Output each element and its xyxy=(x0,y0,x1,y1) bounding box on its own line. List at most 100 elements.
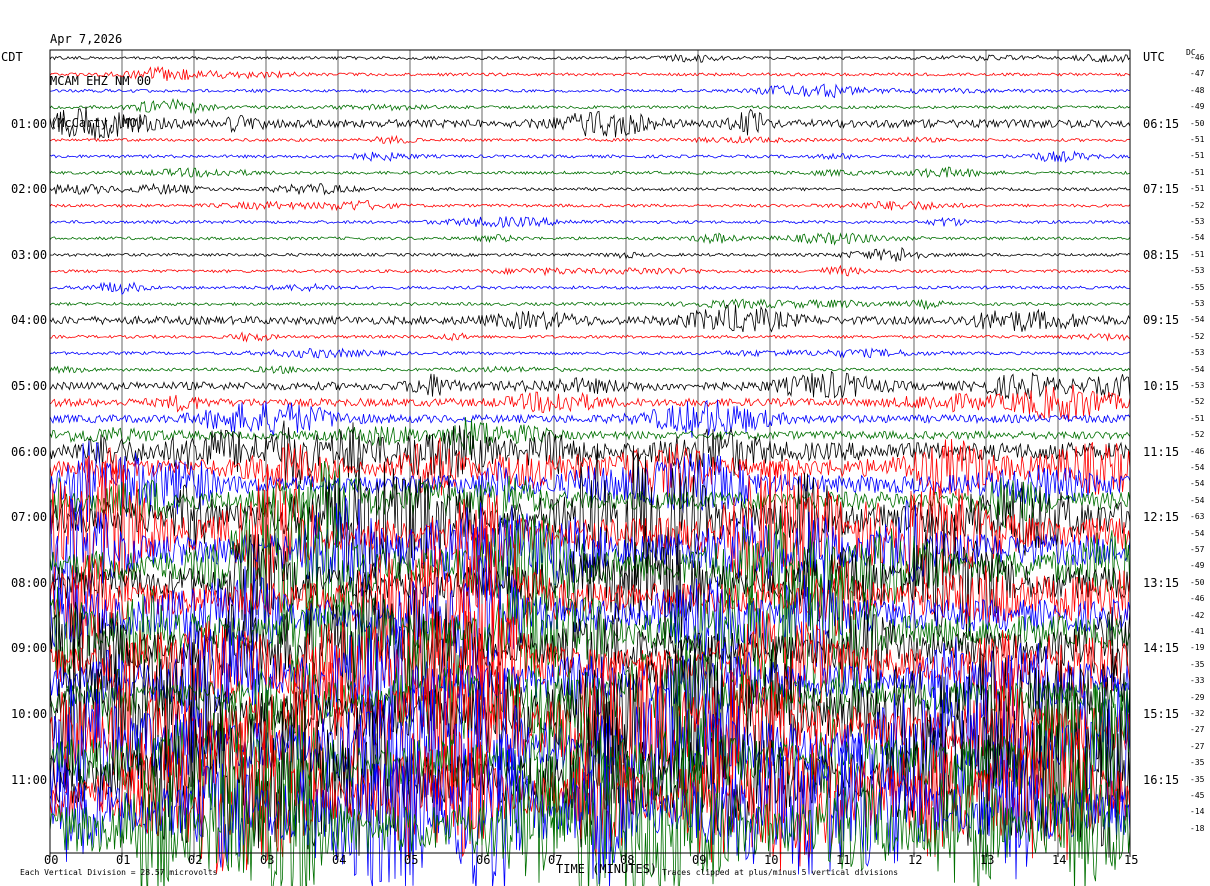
utc-hour-label: 14:15 xyxy=(1143,641,1180,656)
cdt-hour-label: 09:00 xyxy=(11,641,48,656)
seismic-trace xyxy=(49,106,1131,140)
dc-offset-label: -51 xyxy=(1190,413,1205,423)
x-tick-label: 01 xyxy=(116,853,131,867)
dc-offset-label: -49 xyxy=(1190,102,1205,112)
dc-offset-label: -29 xyxy=(1190,692,1205,702)
utc-hour-label: 12:15 xyxy=(1143,510,1180,525)
dc-offset-label: -53 xyxy=(1190,381,1205,390)
dc-offset-label: -27 xyxy=(1190,741,1205,751)
seismic-trace xyxy=(49,347,1130,359)
dc-offset-label: -19 xyxy=(1190,643,1205,653)
x-tick-label: 11 xyxy=(836,853,851,867)
seismic-trace xyxy=(49,370,1131,400)
x-tick-label: 02 xyxy=(188,853,203,867)
seismic-trace xyxy=(49,65,1131,81)
seismic-trace xyxy=(49,182,1131,196)
seismic-trace xyxy=(49,199,1131,212)
seismic-trace xyxy=(49,97,1131,115)
dc-offset-label: -50 xyxy=(1190,118,1205,128)
seismic-trace xyxy=(49,246,1131,262)
dc-offset-label: -47 xyxy=(1190,69,1205,79)
dc-offset-label: -54 xyxy=(1190,479,1205,489)
dc-offset-label: -52 xyxy=(1190,397,1205,407)
x-axis-label: TIME (MINUTES) xyxy=(556,862,658,876)
dc-offset-label: -52 xyxy=(1190,430,1205,440)
seismic-trace xyxy=(49,281,1130,296)
cdt-hour-label: 11:00 xyxy=(11,772,48,787)
dc-offset-label: -51 xyxy=(1190,167,1205,177)
seismic-trace xyxy=(49,298,1131,311)
cdt-hour-label: 06:00 xyxy=(11,444,48,459)
dc-offset-label: -54 xyxy=(1190,233,1205,243)
utc-hour-label: 06:15 xyxy=(1143,116,1180,131)
dc-offset-label: -41 xyxy=(1190,627,1205,636)
dc-offset-label: -18 xyxy=(1190,823,1205,833)
cdt-hour-label: 02:00 xyxy=(11,182,48,197)
cdt-hour-label: 01:00 xyxy=(11,116,48,131)
seismic-trace xyxy=(49,440,1131,524)
x-tick-label: 00 xyxy=(44,853,59,867)
dc-offset-label: -27 xyxy=(1190,725,1205,735)
seismic-trace xyxy=(49,53,1131,64)
dc-offset-label: -35 xyxy=(1190,758,1205,768)
seismic-trace xyxy=(49,365,1131,375)
dc-offset-label: -54 xyxy=(1190,463,1205,472)
dc-offset-label: -35 xyxy=(1190,774,1205,784)
x-tick-label: 06 xyxy=(476,853,491,867)
utc-hour-label: 07:15 xyxy=(1143,182,1180,197)
x-tick-label: 12 xyxy=(908,853,923,867)
utc-hour-label: 10:15 xyxy=(1143,379,1180,393)
footer-right-note: Traces clipped at plus/minus 5 vertical … xyxy=(662,868,899,877)
x-tick-label: 03 xyxy=(260,853,275,867)
dc-offset-label: -33 xyxy=(1190,676,1205,686)
dc-offset-label: -52 xyxy=(1190,200,1205,210)
dc-offset-label: -53 xyxy=(1190,299,1205,308)
dc-offset-label: -63 xyxy=(1190,512,1205,522)
utc-hour-label: 09:15 xyxy=(1143,313,1180,328)
seismic-trace xyxy=(49,83,1131,99)
dc-offset-label: -50 xyxy=(1190,577,1205,587)
dc-offset-label: -54 xyxy=(1190,364,1205,374)
seismic-trace xyxy=(49,150,1131,163)
utc-hour-label: 16:15 xyxy=(1143,772,1180,787)
utc-hour-label: 15:15 xyxy=(1143,707,1180,721)
dc-offset-label: -32 xyxy=(1190,709,1205,718)
cdt-hour-label: 08:00 xyxy=(11,575,48,590)
x-tick-label: 09 xyxy=(692,853,707,867)
dc-offset-label: -46 xyxy=(1190,446,1205,456)
utc-hour-label: 11:15 xyxy=(1143,444,1180,459)
dc-offset-label: -51 xyxy=(1190,135,1205,144)
seismic-trace xyxy=(49,304,1131,333)
dc-offset-label: -42 xyxy=(1190,610,1205,620)
dc-offset-label: -49 xyxy=(1190,561,1205,571)
dc-offset-label: -51 xyxy=(1190,151,1205,161)
x-tick-label: 14 xyxy=(1052,853,1067,867)
dc-offset-label: -53 xyxy=(1190,266,1205,276)
x-tick-label: 13 xyxy=(980,853,995,867)
dc-offset-label: -52 xyxy=(1190,331,1205,341)
dc-offset-label: -14 xyxy=(1190,807,1205,817)
seismic-trace xyxy=(49,331,1131,343)
cdt-hour-label: 03:00 xyxy=(11,247,48,262)
cdt-hour-label: 10:00 xyxy=(11,707,48,721)
dc-offset-label: -46 xyxy=(1190,53,1205,62)
footer-left-note: Each Vertical Division = 28.57 microvolt… xyxy=(20,868,218,877)
dc-offset-label: -48 xyxy=(1190,85,1205,95)
x-tick-label: 10 xyxy=(764,853,779,867)
x-tick-label: 15 xyxy=(1124,853,1139,867)
x-axis-ticks xyxy=(49,853,1131,857)
cdt-hour-label: 04:00 xyxy=(11,313,48,328)
dc-offset-label: -35 xyxy=(1190,659,1205,669)
x-tick-label: 05 xyxy=(404,853,419,867)
dc-offset-label: -46 xyxy=(1190,594,1205,604)
dc-offset-label: -51 xyxy=(1190,249,1205,259)
seismic-trace xyxy=(49,420,1131,485)
helicorder-plot xyxy=(49,49,1131,886)
dc-offset-label: -45 xyxy=(1190,791,1205,800)
cdt-hour-label: 07:00 xyxy=(11,510,48,525)
dc-offset-label: -54 xyxy=(1190,528,1205,538)
dc-offset-label: -54 xyxy=(1190,315,1205,325)
dc-offset-label: -53 xyxy=(1190,348,1205,358)
seismic-trace xyxy=(49,134,1131,145)
dc-offset-label: -54 xyxy=(1190,495,1205,505)
